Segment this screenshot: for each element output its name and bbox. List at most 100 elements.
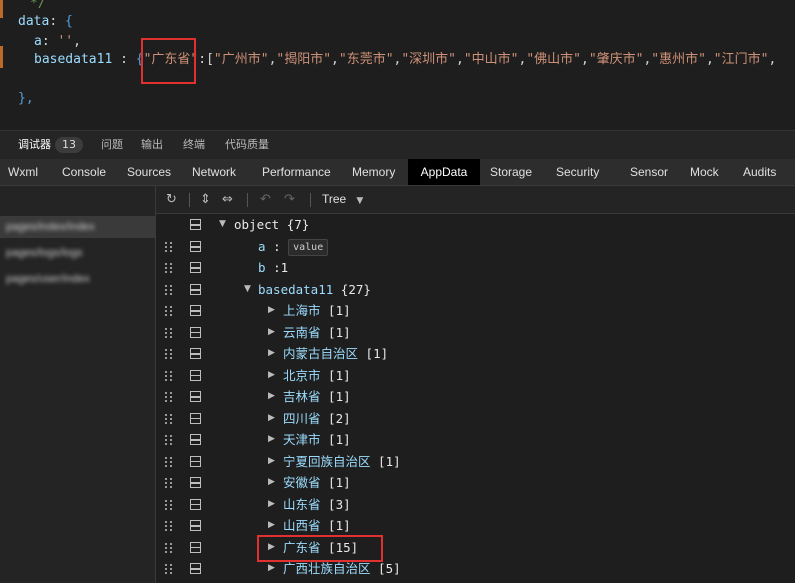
caret-down-icon[interactable]: ▼	[244, 279, 251, 300]
caret-right-icon[interactable]: ▶	[268, 343, 275, 364]
tab-performance[interactable]: Performance	[262, 159, 331, 185]
caret-down-icon[interactable]: ▼	[219, 214, 226, 235]
drag-handle-icon[interactable]	[165, 435, 173, 445]
tree-row-root[interactable]: ▼ object {7}	[156, 214, 795, 235]
tab-code-quality[interactable]: 代码质量	[225, 131, 269, 159]
drag-handle-icon[interactable]	[165, 413, 173, 424]
tree-row-b[interactable]: b :1	[156, 257, 795, 278]
tab-debugger[interactable]: 调试器 13	[18, 131, 83, 159]
tree-row-province[interactable]: ▶ 广东省 [15]	[156, 537, 795, 558]
caret-right-icon[interactable]: ▶	[268, 451, 275, 472]
tab-wxml[interactable]: Wxml	[8, 159, 38, 185]
code-line-close: },	[18, 91, 34, 106]
tab-mock[interactable]: Mock	[690, 159, 719, 185]
tree-row-province[interactable]: ▶ 山西省 [1]	[156, 515, 795, 536]
tab-console[interactable]: Console	[62, 159, 106, 185]
collapse-box-icon[interactable]	[190, 412, 201, 424]
tree-row-province[interactable]: ▶ 内蒙古自治区 [1]	[156, 343, 795, 364]
tab-network[interactable]: Network	[192, 159, 236, 185]
province-highlight-box	[141, 38, 196, 84]
appdata-toolbar: ↻ ⇕ ⇔ ↶ ↷ Tree ▼	[156, 186, 795, 214]
caret-right-icon[interactable]: ▶	[268, 322, 275, 343]
redo-icon[interactable]: ↷	[284, 186, 295, 213]
tab-sensor[interactable]: Sensor	[630, 159, 668, 185]
drag-handle-icon[interactable]	[165, 242, 173, 252]
drag-handle-icon[interactable]	[165, 456, 173, 467]
collapse-box-icon[interactable]	[190, 369, 201, 381]
tree-row-province[interactable]: ▶ 北京市 [1]	[156, 365, 795, 386]
collapse-box-icon[interactable]	[190, 434, 201, 445]
caret-right-icon[interactable]: ▶	[268, 408, 275, 429]
collapse-box-icon[interactable]	[190, 305, 201, 316]
caret-right-icon[interactable]: ▶	[268, 429, 275, 450]
collapse-box-icon[interactable]	[190, 498, 201, 510]
drag-handle-icon[interactable]	[165, 285, 173, 295]
caret-right-icon[interactable]: ▶	[268, 515, 275, 536]
tree-row-basedata11[interactable]: ▼ basedata11 {27}	[156, 279, 795, 300]
tree-row-province[interactable]: ▶ 山东省 [3]	[156, 494, 795, 515]
drag-handle-icon[interactable]	[165, 349, 173, 359]
tree-row-province[interactable]: ▶ 云南省 [1]	[156, 322, 795, 343]
drag-handle-icon[interactable]	[165, 370, 173, 381]
tab-storage[interactable]: Storage	[490, 159, 532, 185]
tab-terminal[interactable]: 终端	[183, 131, 205, 159]
tree-row-province[interactable]: ▶ 吉林省 [1]	[156, 386, 795, 407]
drag-handle-icon[interactable]	[165, 392, 173, 402]
drag-handle-icon[interactable]	[165, 263, 173, 273]
tab-output[interactable]: 输出	[141, 131, 163, 159]
collapse-box-icon[interactable]	[190, 391, 201, 402]
view-mode-select[interactable]: Tree ▼	[322, 186, 363, 213]
collapse-box-icon[interactable]	[190, 477, 201, 488]
collapse-box-icon[interactable]	[190, 520, 201, 531]
expand-all-icon[interactable]: ⇕	[200, 186, 211, 213]
caret-right-icon[interactable]: ▶	[268, 386, 275, 407]
tree-row-province[interactable]: ▶ 四川省 [2]	[156, 408, 795, 429]
collapse-box-icon[interactable]	[190, 326, 201, 338]
value-input[interactable]: value	[288, 239, 329, 256]
drag-handle-icon[interactable]	[165, 306, 173, 316]
collapse-box-icon[interactable]	[190, 219, 201, 230]
caret-right-icon[interactable]: ▶	[268, 300, 275, 321]
undo-icon[interactable]: ↶	[260, 186, 271, 213]
tree-row-province[interactable]: ▶ 宁夏回族自治区 [1]	[156, 451, 795, 472]
tab-appdata[interactable]: AppData	[408, 159, 480, 185]
drag-handle-icon[interactable]	[165, 478, 173, 488]
tab-memory[interactable]: Memory	[352, 159, 395, 185]
refresh-icon[interactable]: ↻	[166, 186, 177, 213]
collapse-box-icon[interactable]	[190, 241, 201, 252]
collapse-box-icon[interactable]	[190, 563, 201, 574]
drag-handle-icon[interactable]	[165, 327, 173, 338]
drag-handle-icon[interactable]	[165, 542, 173, 553]
caret-right-icon[interactable]: ▶	[268, 472, 275, 493]
tab-audits[interactable]: Audits	[743, 159, 776, 185]
drag-handle-icon[interactable]	[165, 564, 173, 574]
change-marker	[0, 0, 3, 18]
city-string: "佛山市"	[526, 52, 581, 67]
page-list-item[interactable]: pages/logs/logs	[0, 242, 155, 264]
caret-right-icon[interactable]: ▶	[268, 494, 275, 515]
drag-handle-icon[interactable]	[165, 499, 173, 510]
tree-row-a[interactable]: a : value	[156, 236, 795, 257]
tab-sources[interactable]: Sources	[127, 159, 171, 185]
page-list-item[interactable]: pages/user/index	[0, 268, 155, 290]
tree-row-province[interactable]: ▶ 上海市 [1]	[156, 300, 795, 321]
tab-issues[interactable]: 问题	[101, 131, 123, 159]
appdata-tree: ▼ object {7} a : value b :1 ▼ basedata11…	[156, 214, 795, 583]
collapse-box-icon[interactable]	[190, 348, 201, 359]
tree-row-province[interactable]: ▶ 安徽省 [1]	[156, 472, 795, 493]
province-name: 天津市	[283, 432, 321, 447]
caret-right-icon[interactable]: ▶	[268, 365, 275, 386]
code-editor[interactable]: */ data: { a: '', basedata11 : {"广东省":["…	[0, 0, 795, 130]
tree-row-province[interactable]: ▶ 广西壮族自治区 [5]	[156, 558, 795, 579]
page-list-item[interactable]: pages/index/index	[0, 216, 155, 238]
city-string: "江门市"	[713, 52, 769, 67]
province-name: 山西省	[283, 518, 321, 533]
collapse-box-icon[interactable]	[190, 455, 201, 467]
collapse-box-icon[interactable]	[190, 262, 201, 273]
drag-handle-icon[interactable]	[165, 521, 173, 531]
collapse-all-icon[interactable]: ⇔	[222, 186, 233, 213]
collapse-box-icon[interactable]	[190, 284, 201, 295]
tab-security[interactable]: Security	[556, 159, 599, 185]
tree-row-province[interactable]: ▶ 天津市 [1]	[156, 429, 795, 450]
collapse-box-icon[interactable]	[190, 541, 201, 553]
